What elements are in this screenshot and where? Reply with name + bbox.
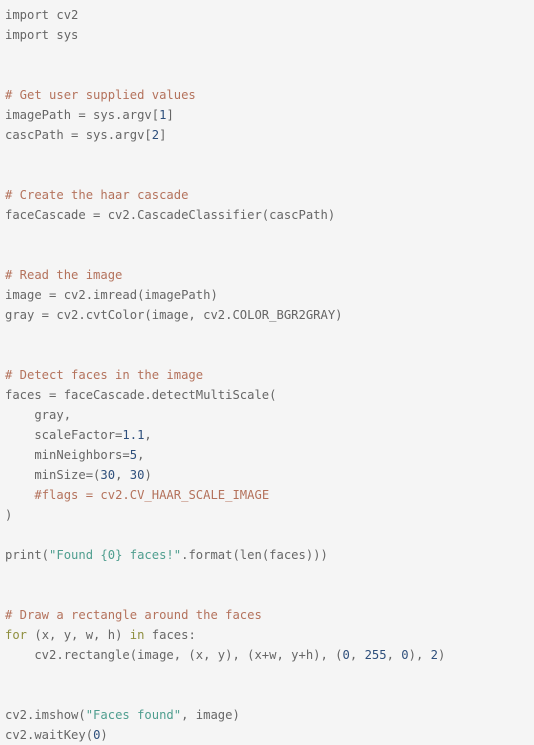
code-token-plain: ) <box>144 468 152 482</box>
code-token-plain: faces: <box>144 628 196 642</box>
code-token-plain: cv2.imshow( <box>5 708 86 722</box>
code-token-plain: scaleFactor= <box>5 428 123 442</box>
code-line: cv2.imshow("Faces found", image) <box>5 705 534 725</box>
code-token-plain: ) <box>437 648 446 662</box>
code-token-plain: , image) <box>181 708 240 722</box>
code-token-comment: # Detect faces in the image <box>5 368 204 382</box>
code-token-number: 1.1 <box>122 428 145 442</box>
code-token-plain: , <box>144 428 152 442</box>
code-token-plain: , <box>386 648 402 662</box>
code-line: faceCascade = cv2.CascadeClassifier(casc… <box>5 205 534 225</box>
code-token-plain: , <box>137 448 145 462</box>
code-line: import cv2 <box>5 5 534 25</box>
code-line: for (x, y, w, h) in faces: <box>5 625 534 645</box>
code-token-plain: image = cv2.imread(imagePath) <box>5 288 218 302</box>
code-line: gray = cv2.cvtColor(image, cv2.COLOR_BGR… <box>5 305 534 325</box>
code-token-plain: import cv2 <box>5 8 79 22</box>
code-token-number: 30 <box>129 468 145 482</box>
code-token-plain: .format(len(faces))) <box>181 548 328 562</box>
code-token-plain: gray, <box>5 408 72 422</box>
code-listing[interactable]: import cv2 import sys # Get user supplied… <box>5 5 534 745</box>
code-token-string: "Found {0} faces!" <box>49 548 182 562</box>
code-token-plain: imagePath = sys.argv[ <box>5 108 160 122</box>
code-line: #flags = cv2.CV_HAAR_SCALE_IMAGE <box>5 485 534 505</box>
code-token-comment: #flags = cv2.CV_HAAR_SCALE_IMAGE <box>34 488 270 502</box>
code-token-plain: minSize=( <box>5 468 101 482</box>
code-token-number: 2 <box>430 648 438 662</box>
code-token-plain: (x, y, w, h) <box>27 628 130 642</box>
code-token-plain: cv2.waitKey( <box>5 728 94 742</box>
code-token-plain: import sys <box>5 28 79 42</box>
code-token-comment: # Read the image <box>5 268 123 282</box>
code-token-plain: , <box>349 648 365 662</box>
code-line: # Get user supplied values <box>5 85 534 105</box>
code-token-comment: # Draw a rectangle around the faces <box>5 608 262 622</box>
code-token-plain: gray = cv2.cvtColor(image, cv2.COLOR_BGR… <box>5 308 343 322</box>
code-token-number: 2 <box>151 128 160 142</box>
code-token-plain: ] <box>166 108 174 122</box>
code-token-number: 0 <box>401 648 409 662</box>
code-token-number: 0 <box>342 648 350 662</box>
code-line: # Detect faces in the image <box>5 365 534 385</box>
code-line: faces = faceCascade.detectMultiScale( <box>5 385 534 405</box>
code-token-plain: ), <box>408 648 431 662</box>
code-token-comment: # Create the haar cascade <box>5 188 189 202</box>
code-line: minNeighbors=5, <box>5 445 534 465</box>
code-token-plain: print( <box>5 548 50 562</box>
code-token-comment: # Get user supplied values <box>5 88 196 102</box>
code-line: image = cv2.imread(imagePath) <box>5 285 534 305</box>
code-line: # Create the haar cascade <box>5 185 534 205</box>
code-token-plain: cascPath = sys.argv[ <box>5 128 152 142</box>
code-line: ) <box>5 505 534 525</box>
code-line: # Read the image <box>5 265 534 285</box>
code-line: import sys <box>5 25 534 45</box>
code-token-string: "Faces found" <box>85 708 182 722</box>
code-token-number: 30 <box>100 468 116 482</box>
code-token-plain: ) <box>5 508 13 522</box>
code-token-keyword: for <box>5 628 28 642</box>
code-token-number: 255 <box>364 648 387 662</box>
code-line: imagePath = sys.argv[1] <box>5 105 534 125</box>
code-token-number: 0 <box>93 728 101 742</box>
code-token-number: 5 <box>129 448 138 462</box>
code-line: minSize=(30, 30) <box>5 465 534 485</box>
code-token-plain: faceCascade = cv2.CascadeClassifier(casc… <box>5 208 336 222</box>
code-line: cv2.rectangle(image, (x, y), (x+w, y+h),… <box>5 645 534 665</box>
code-token-plain: cv2.rectangle(image, (x, y), (x+w, y+h),… <box>5 648 343 662</box>
code-line: gray, <box>5 405 534 425</box>
code-line: print("Found {0} faces!".format(len(face… <box>5 545 534 565</box>
code-line: # Draw a rectangle around the faces <box>5 605 534 625</box>
code-token-plain: ) <box>100 728 108 742</box>
code-token-plain: , <box>115 468 130 482</box>
code-line: scaleFactor=1.1, <box>5 425 534 445</box>
code-block: import cv2 import sys # Get user supplied… <box>0 0 534 742</box>
code-line: cascPath = sys.argv[2] <box>5 125 534 145</box>
code-token-plain: ] <box>159 128 167 142</box>
code-token-plain: faces = faceCascade.detectMultiScale( <box>5 388 277 402</box>
code-line: cv2.waitKey(0) <box>5 725 534 745</box>
code-token-plain: minNeighbors= <box>5 448 130 462</box>
code-token-keyword: in <box>129 628 145 642</box>
